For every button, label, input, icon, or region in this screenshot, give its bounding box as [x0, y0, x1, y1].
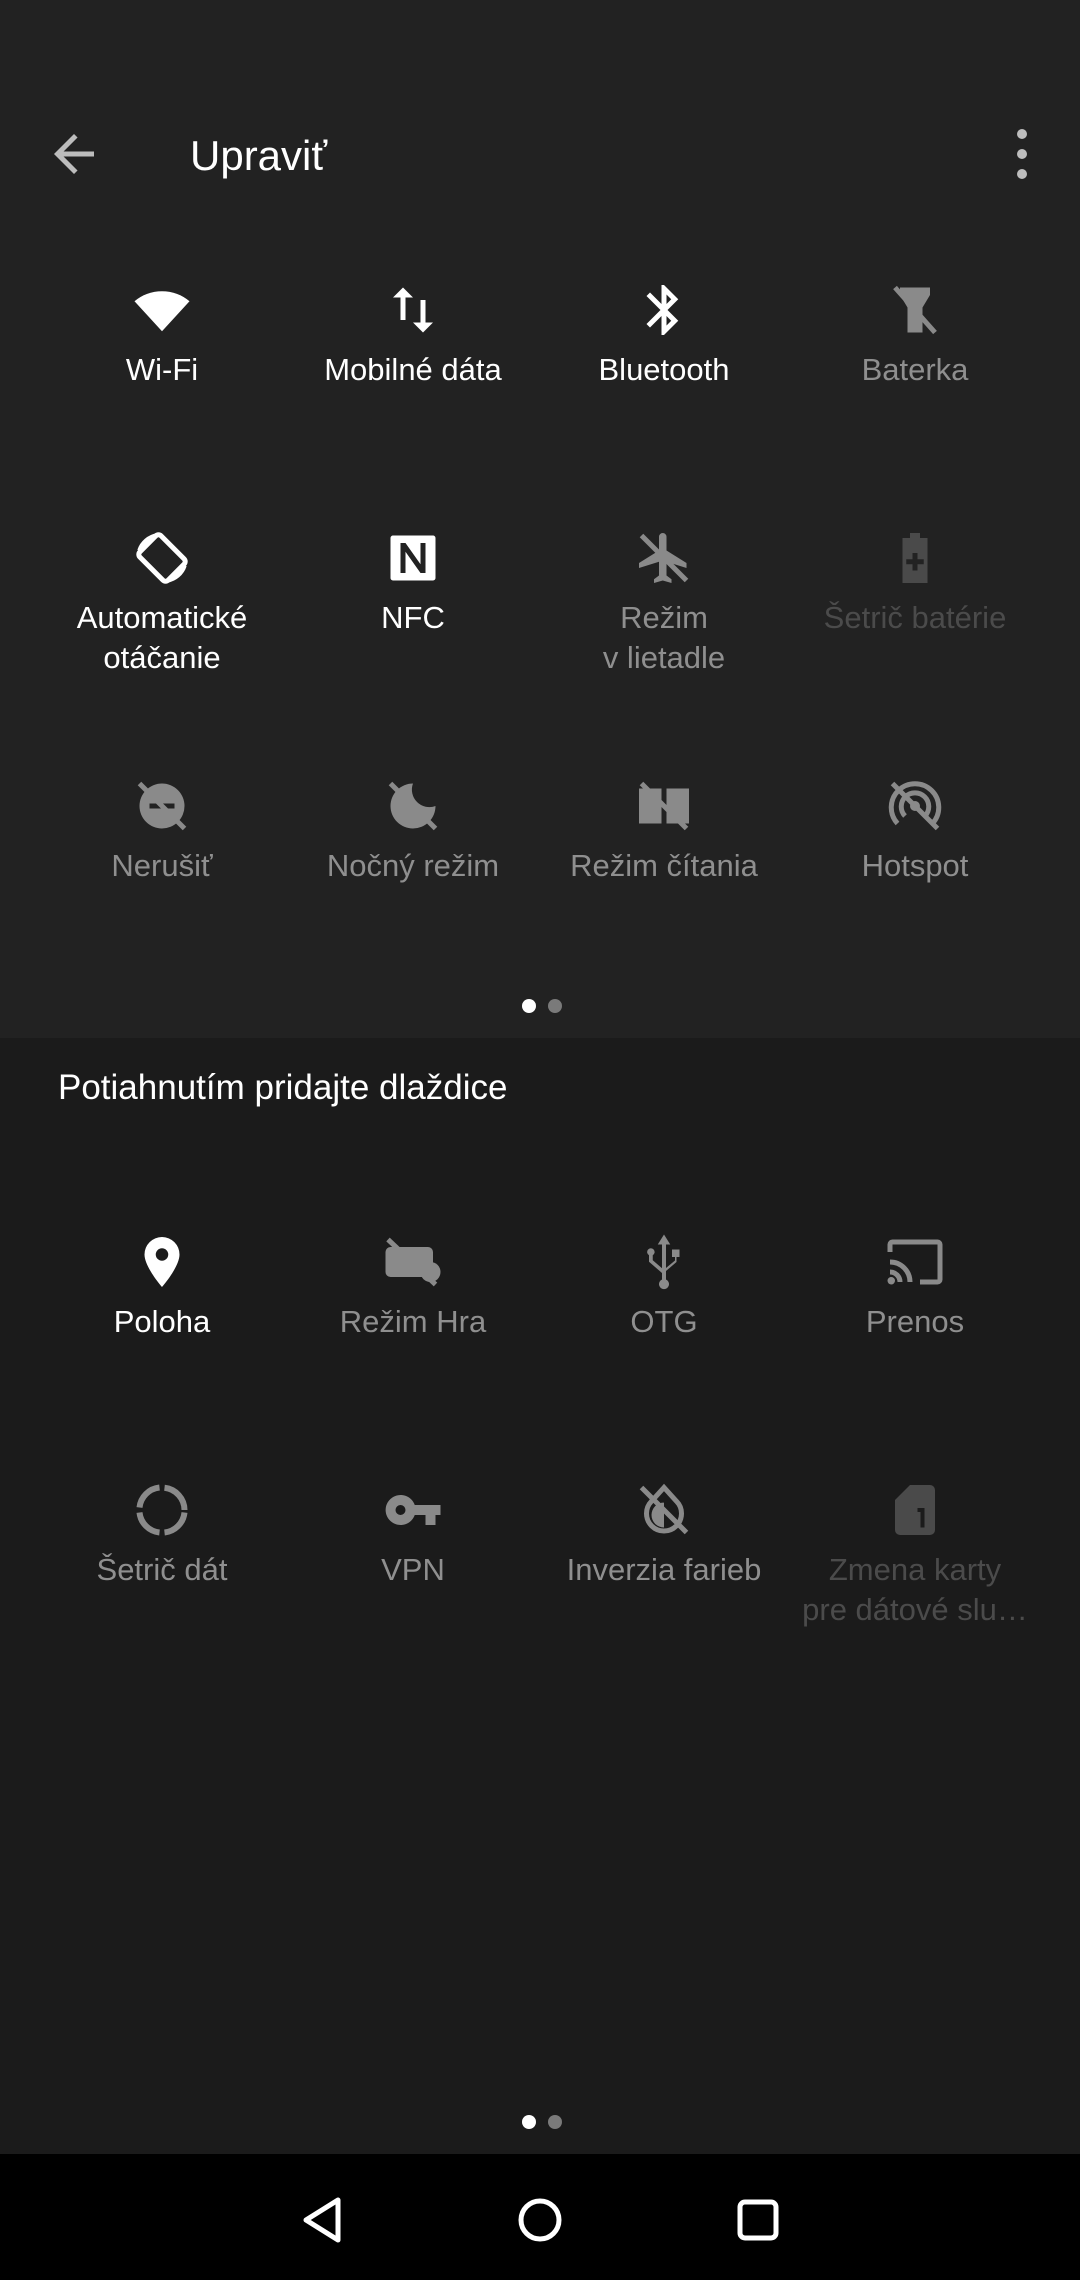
bluetooth-icon	[634, 280, 694, 340]
battery-saver-icon	[885, 528, 945, 588]
tile-label: Bluetooth	[598, 352, 730, 387]
airplane-off-icon	[634, 528, 694, 588]
tile-night-mode[interactable]: Nočný režim	[288, 776, 538, 976]
tile-mobile-data[interactable]: Mobilné dáta	[288, 280, 538, 480]
cast-icon	[885, 1232, 945, 1292]
tile-label: NFC	[381, 600, 445, 635]
tile-vpn[interactable]: VPN	[288, 1480, 538, 1680]
page-dot	[548, 999, 562, 1013]
tile-label: Šetrič dát	[96, 1552, 228, 1587]
tile-label: VPN	[381, 1552, 445, 1587]
tile-label: Automatické otáčanie	[76, 600, 248, 675]
invert-colors-icon	[634, 1480, 694, 1540]
tile-nfc[interactable]: NFC	[288, 528, 538, 728]
tile-wifi[interactable]: Wi-Fi	[37, 280, 287, 480]
game-mode-icon	[383, 1232, 443, 1292]
nav-home-button[interactable]	[510, 2190, 570, 2250]
page-dot-active	[522, 2115, 536, 2129]
tile-label: Poloha	[113, 1304, 211, 1339]
tile-data-saver[interactable]: Šetrič dát	[37, 1480, 287, 1680]
tile-label: OTG	[630, 1304, 698, 1339]
nfc-icon	[383, 528, 443, 588]
reading-mode-off-icon	[634, 776, 694, 836]
hotspot-off-icon	[885, 776, 945, 836]
page-dot	[548, 2115, 562, 2129]
tile-invert-colors[interactable]: Inverzia farieb	[539, 1480, 789, 1680]
data-saver-icon	[132, 1480, 192, 1540]
tile-label: Šetrič batérie	[823, 600, 1007, 635]
vpn-key-icon	[383, 1480, 443, 1540]
auto-rotate-icon	[132, 528, 192, 588]
tile-label: Nerušiť	[111, 848, 213, 883]
mobile-data-icon	[383, 280, 443, 340]
tile-label: Režim Hra	[339, 1304, 487, 1339]
night-mode-off-icon	[383, 776, 443, 836]
tile-label: Hotspot	[861, 848, 969, 883]
drag-to-add-label: Potiahnutím pridajte dlaždice	[58, 1068, 508, 1107]
page-indicator-bottom	[510, 2115, 570, 2135]
tile-label: Baterka	[861, 352, 969, 387]
do-not-disturb-off-icon	[132, 776, 192, 836]
tile-label: Prenos	[865, 1304, 965, 1339]
page-dot-active	[522, 999, 536, 1013]
tile-airplane-mode[interactable]: Režim v lietadle	[539, 528, 789, 728]
tile-cast[interactable]: Prenos	[790, 1232, 1040, 1432]
tile-battery-saver[interactable]: Šetrič batérie	[790, 528, 1040, 728]
tile-hotspot[interactable]: Hotspot	[790, 776, 1040, 976]
location-icon	[132, 1232, 192, 1292]
tile-label: Mobilné dáta	[324, 352, 502, 387]
arrow-left-icon	[54, 134, 94, 174]
usb-icon	[634, 1232, 694, 1292]
tile-label: Inverzia farieb	[566, 1552, 762, 1587]
nav-back-icon	[303, 2197, 341, 2243]
tile-sim-switch[interactable]: Zmena karty pre dátové slu…	[790, 1480, 1040, 1680]
more-vert-icon	[1017, 129, 1027, 179]
tile-location[interactable]: Poloha	[37, 1232, 287, 1432]
nav-home-icon	[518, 2198, 562, 2242]
flashlight-off-icon	[885, 280, 945, 340]
nav-recents-button[interactable]	[728, 2190, 788, 2250]
tile-label: Režim v lietadle	[602, 600, 726, 675]
tile-flashlight[interactable]: Baterka	[790, 280, 1040, 480]
nav-back-button[interactable]	[292, 2190, 352, 2250]
tile-game-mode[interactable]: Režim Hra	[288, 1232, 538, 1432]
tile-label: Nočný režim	[326, 848, 500, 883]
tile-reading-mode[interactable]: Režim čítania	[539, 776, 789, 976]
tile-label: Zmena karty pre dátové slu…	[802, 1552, 1028, 1627]
sim-card-switch-icon	[885, 1480, 945, 1540]
page-indicator-top	[510, 999, 570, 1019]
tile-auto-rotate[interactable]: Automatické otáčanie	[37, 528, 287, 728]
wifi-icon	[132, 280, 192, 340]
back-button[interactable]	[44, 124, 104, 184]
tile-bluetooth[interactable]: Bluetooth	[539, 280, 789, 480]
nav-recents-icon	[737, 2199, 779, 2241]
page-title: Upraviť	[190, 132, 328, 179]
tile-do-not-disturb[interactable]: Nerušiť	[37, 776, 287, 976]
more-options-button[interactable]	[1000, 124, 1044, 184]
tile-label: Wi-Fi	[125, 352, 199, 387]
tile-label: Režim čítania	[570, 848, 758, 883]
tile-otg[interactable]: OTG	[539, 1232, 789, 1432]
